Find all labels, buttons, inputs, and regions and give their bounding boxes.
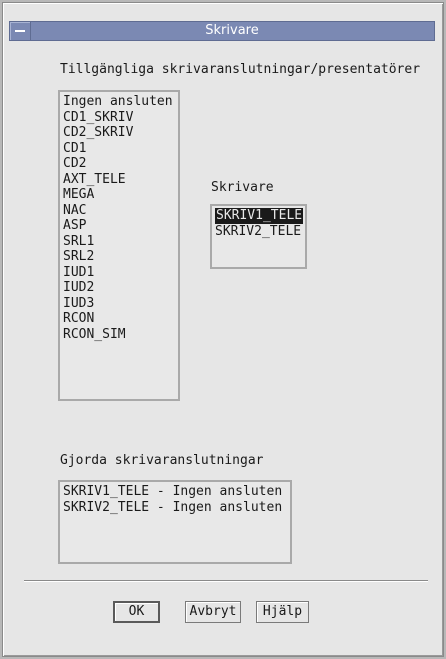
list-item[interactable]: NAC (63, 203, 178, 219)
made-connections-label: Gjorda skrivaranslutningar (60, 453, 264, 468)
list-item[interactable]: RCON (63, 311, 178, 327)
list-item[interactable]: SKRIV1_TELE (215, 208, 305, 224)
list-item[interactable]: MEGA (63, 187, 178, 203)
list-item[interactable]: IUD3 (63, 296, 178, 312)
help-button[interactable]: Hjälp (256, 601, 309, 623)
window-title: Skrivare (205, 23, 259, 38)
list-item[interactable]: SRL2 (63, 249, 178, 265)
selected-item[interactable]: SKRIV1_TELE (215, 208, 304, 224)
list-item[interactable]: Ingen ansluten (63, 94, 178, 110)
separator (24, 580, 428, 582)
printers-label: Skrivare (211, 180, 274, 195)
list-item[interactable]: CD2 (63, 156, 178, 172)
list-item[interactable]: SKRIV2_TELE - Ingen ansluten (63, 500, 290, 516)
available-list[interactable]: Ingen ansluten CD1_SKRIV CD2_SKRIV CD1 C… (58, 90, 180, 401)
window-menu-icon[interactable] (10, 22, 31, 40)
list-item[interactable]: AXT_TELE (63, 172, 178, 188)
list-item[interactable]: IUD2 (63, 280, 178, 296)
list-item[interactable]: IUD1 (63, 265, 178, 281)
cancel-button[interactable]: Avbryt (185, 601, 241, 623)
list-item[interactable]: CD2_SKRIV (63, 125, 178, 141)
list-item[interactable]: CD1_SKRIV (63, 110, 178, 126)
list-item[interactable]: SRL1 (63, 234, 178, 250)
list-item[interactable]: CD1 (63, 141, 178, 157)
list-item[interactable]: RCON_SIM (63, 327, 178, 343)
available-label: Tillgängliga skrivaranslutningar/present… (60, 62, 421, 77)
list-item[interactable]: SKRIV2_TELE (215, 224, 305, 240)
printers-list[interactable]: SKRIV1_TELE SKRIV2_TELE (210, 204, 307, 269)
title-bar: Skrivare (9, 21, 435, 41)
ok-button[interactable]: OK (113, 601, 160, 623)
made-connections-list[interactable]: SKRIV1_TELE - Ingen ansluten SKRIV2_TELE… (58, 480, 292, 564)
list-item[interactable]: SKRIV1_TELE - Ingen ansluten (63, 484, 290, 500)
list-item[interactable]: ASP (63, 218, 178, 234)
